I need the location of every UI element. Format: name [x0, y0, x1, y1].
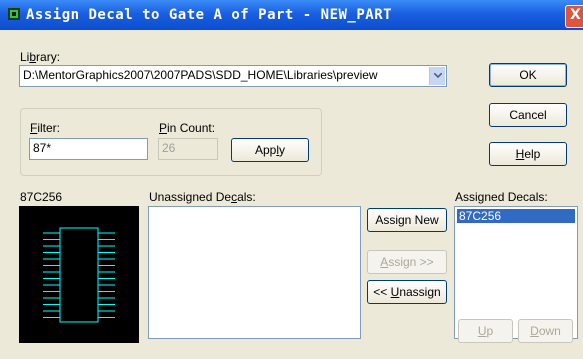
close-icon: X: [570, 7, 581, 23]
cancel-button[interactable]: Cancel: [489, 103, 567, 127]
apply-button[interactable]: Apply: [231, 138, 309, 162]
close-button[interactable]: X: [565, 5, 583, 28]
filter-label: Filter:: [30, 121, 61, 135]
pin-count-field: 26: [158, 138, 218, 160]
library-label: Library:: [20, 50, 61, 64]
library-dropdown[interactable]: D:\MentorGraphics2007\2007PADS\SDD_HOME\…: [19, 65, 447, 87]
unassigned-list[interactable]: [148, 206, 361, 339]
app-icon: [8, 8, 20, 20]
decal-preview: [19, 206, 139, 343]
pin-count-label: Pin Count:: [159, 121, 216, 135]
ok-button[interactable]: OK: [489, 63, 567, 87]
list-item[interactable]: 87C256: [457, 209, 575, 223]
title-bar: Assign Decal to Gate A of Part - NEW_PAR…: [0, 0, 583, 30]
unassigned-label: Unassigned Decals:: [149, 190, 256, 204]
assigned-label: Assigned Decals:: [455, 190, 548, 204]
up-button: Up: [458, 319, 513, 343]
assign-button: Assign >>: [367, 250, 447, 274]
chevron-down-icon[interactable]: [429, 67, 445, 85]
filter-input[interactable]: 87*: [29, 138, 148, 160]
unassign-button[interactable]: << Unassign: [367, 280, 447, 304]
library-value: D:\MentorGraphics2007\2007PADS\SDD_HOME\…: [23, 68, 378, 82]
help-button[interactable]: Help: [489, 142, 567, 166]
window-title: Assign Decal to Gate A of Part - NEW_PAR…: [26, 7, 393, 23]
assign-new-button[interactable]: Assign New: [367, 208, 447, 232]
preview-label: 87C256: [20, 190, 63, 204]
decal-drawing: [43, 227, 115, 323]
down-button: Down: [518, 319, 573, 343]
